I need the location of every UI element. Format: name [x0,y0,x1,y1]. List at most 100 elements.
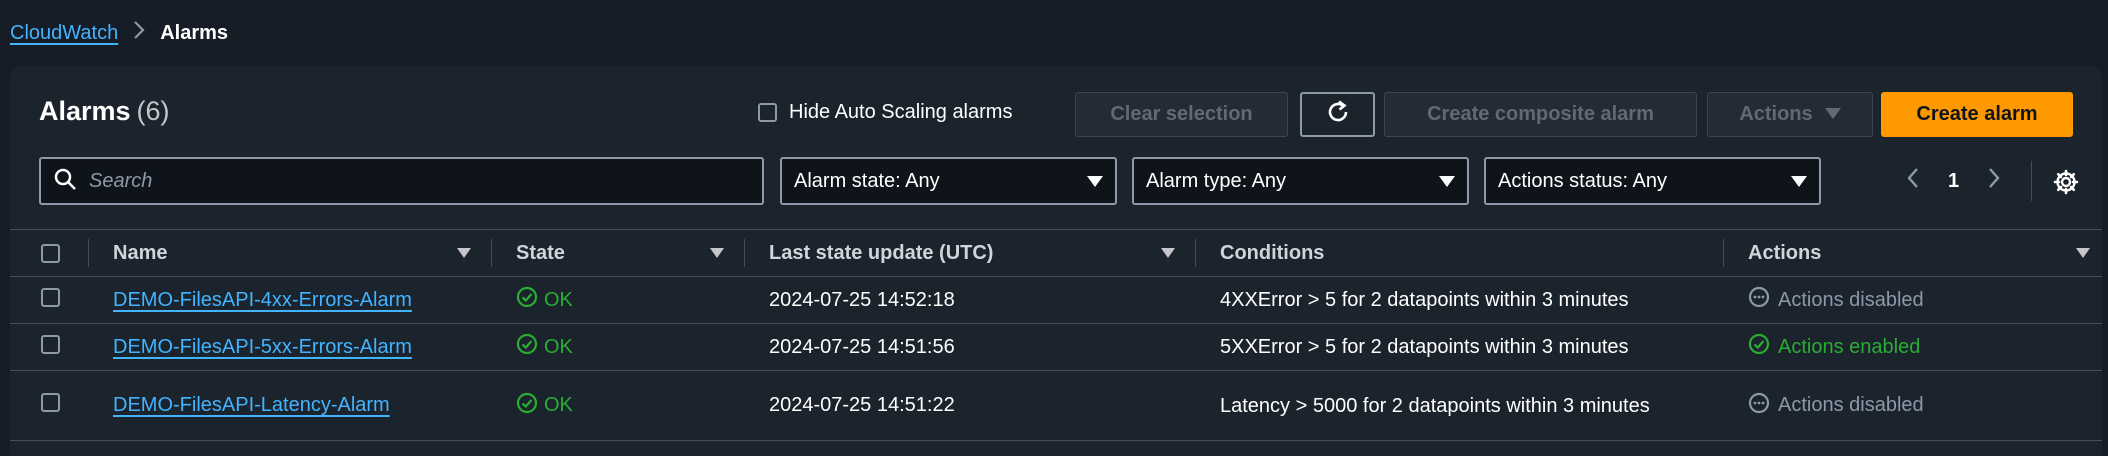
actions-status-text: Actions enabled [1778,335,1921,358]
conditions-cell: Latency > 5000 for 2 datapoints within 3… [1196,370,1724,441]
state-text: OK [544,394,573,416]
sort-down-icon[interactable] [2076,248,2090,258]
alarm-count: (6) [136,96,170,126]
table-header-row: Name State Last state update (UTC) Condi… [10,229,2102,277]
state-text: OK [544,288,573,311]
state-text: OK [544,335,573,358]
page-title-text: Alarms [39,96,131,126]
row-checkbox[interactable] [41,334,60,354]
row-select-cell [10,370,89,441]
hide-autoscaling-toggle[interactable]: Hide Auto Scaling alarms [758,101,1012,124]
row-select-cell [10,323,89,371]
column-actions-label: Actions [1748,241,1822,264]
caret-down-icon [1439,175,1455,187]
actions-status-value: Actions status: Any [1498,169,1667,192]
check-circle-icon [1748,333,1770,361]
hide-autoscaling-checkbox[interactable] [758,103,777,122]
sort-down-icon[interactable] [457,248,471,258]
state-cell: OK [492,370,745,441]
breadcrumb-current: Alarms [160,21,229,44]
caret-down-icon [1824,103,1841,126]
check-circle-icon [516,392,538,420]
last-update-cell: 2024-07-25 14:51:56 [745,323,1196,371]
next-page-icon[interactable] [1987,166,2001,196]
column-state-label: State [516,241,565,264]
actions-cell: Actions enabled [1724,323,2102,371]
actions-cell: Actions disabled [1724,276,2102,324]
alarm-state-select[interactable]: Alarm state: Any [780,157,1117,205]
gear-icon[interactable] [2053,169,2079,200]
search-input[interactable] [89,169,729,193]
alarm-state-value: Alarm state: Any [794,169,940,192]
alarm-name-cell: DEMO-FilesAPI-Latency-Alarm [89,370,492,441]
current-page-number[interactable]: 1 [1948,170,1959,193]
alarm-name-link[interactable]: DEMO-FilesAPI-Latency-Alarm [113,394,390,416]
last-update-cell: 2024-07-25 14:52:18 [745,276,1196,324]
sort-down-icon[interactable] [710,248,724,258]
conditions-cell: 4XXError > 5 for 2 datapoints within 3 m… [1196,276,1724,324]
state-cell: OK [492,276,745,324]
refresh-button[interactable] [1300,92,1375,137]
actions-cell: Actions disabled [1724,370,2102,441]
select-all-cell [10,229,89,277]
actions-status: Actions disabled [1748,286,1924,314]
page-title: Alarms (6) [39,96,170,127]
column-header-state[interactable]: State [492,229,745,277]
alarm-name-cell: DEMO-FilesAPI-5xx-Errors-Alarm [89,323,492,371]
table-row: DEMO-FilesAPI-4xx-Errors-Alarm OK 2024-0… [10,276,2102,324]
check-circle-icon [516,286,538,314]
actions-status-text: Actions disabled [1778,394,1924,416]
search-icon [53,167,77,196]
state-cell: OK [492,323,745,371]
clear-selection-label: Clear selection [1110,103,1253,125]
select-all-checkbox[interactable] [41,243,60,263]
create-composite-alarm-button[interactable]: Create composite alarm [1384,92,1697,137]
state-ok: OK [516,286,573,314]
more-circle-icon [1748,286,1770,314]
actions-status-select[interactable]: Actions status: Any [1484,157,1821,205]
column-name-label: Name [113,241,168,264]
row-select-cell [10,276,89,324]
caret-down-icon [1791,175,1807,187]
create-alarm-button[interactable]: Create alarm [1881,92,2073,137]
column-header-actions[interactable]: Actions [1724,229,2102,277]
alarm-name-link[interactable]: DEMO-FilesAPI-4xx-Errors-Alarm [113,289,412,311]
check-circle-icon [516,333,538,361]
more-circle-icon [1748,392,1770,420]
column-header-last-update[interactable]: Last state update (UTC) [745,229,1196,277]
table-row: DEMO-FilesAPI-Latency-Alarm OK 2024-07-2… [10,370,2102,441]
create-composite-label: Create composite alarm [1427,103,1654,125]
breadcrumb-cloudwatch-link[interactable]: CloudWatch [10,22,118,45]
actions-status-text: Actions disabled [1778,288,1924,311]
alarm-name-link[interactable]: DEMO-FilesAPI-5xx-Errors-Alarm [113,336,412,358]
breadcrumb: CloudWatch Alarms [10,18,228,48]
actions-label: Actions [1739,103,1813,125]
row-checkbox[interactable] [41,393,60,412]
previous-page-icon[interactable] [1906,166,1920,196]
column-conditions-label: Conditions [1220,241,1325,264]
column-last-update-label: Last state update (UTC) [769,241,994,264]
actions-status: Actions disabled [1748,392,1924,420]
condition-text: Latency > 5000 for 2 datapoints within 3… [1220,394,1650,417]
search-field[interactable] [39,157,764,205]
clear-selection-button[interactable]: Clear selection [1075,92,1288,137]
pagination-divider [2031,161,2032,201]
create-alarm-label: Create alarm [1916,103,2038,125]
chevron-right-icon [132,19,146,47]
actions-dropdown-button[interactable]: Actions [1707,92,1873,137]
refresh-icon [1325,99,1351,131]
sort-down-icon[interactable] [1161,248,1175,258]
last-update-cell: 2024-07-25 14:51:22 [745,370,1196,441]
column-header-name[interactable]: Name [89,229,492,277]
caret-down-icon [1087,175,1103,187]
alarm-name-cell: DEMO-FilesAPI-4xx-Errors-Alarm [89,276,492,324]
alarm-type-value: Alarm type: Any [1146,169,1287,192]
pagination: 1 [1906,157,2001,205]
alarms-panel: Alarms (6) Hide Auto Scaling alarms Clea… [10,66,2102,456]
row-checkbox[interactable] [41,287,60,307]
alarm-type-select[interactable]: Alarm type: Any [1132,157,1469,205]
alarms-table: Name State Last state update (UTC) Condi… [10,229,2102,441]
table-row: DEMO-FilesAPI-5xx-Errors-Alarm OK 2024-0… [10,323,2102,371]
state-ok: OK [516,333,573,361]
state-ok: OK [516,392,573,420]
